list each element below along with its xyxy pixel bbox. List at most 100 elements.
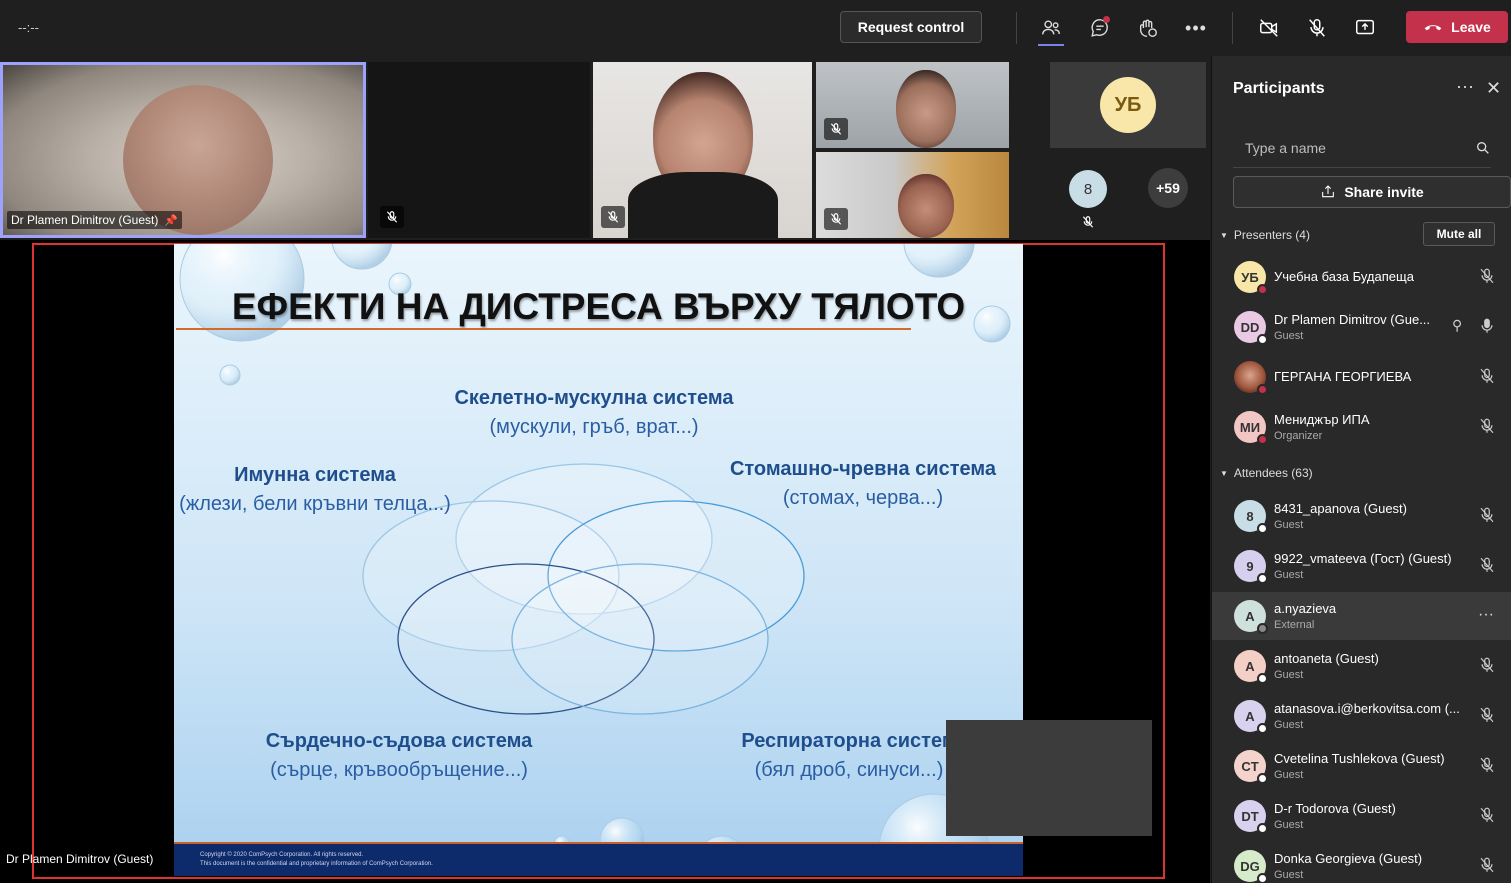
presenter-row[interactable]: УБ Учебна база Будапеща: [1212, 253, 1511, 301]
slide-title: ЕФЕКТИ НА ДИСТРЕСА ВЪРХУ ТЯЛОТО: [231, 286, 966, 327]
leave-button[interactable]: Leave: [1406, 11, 1508, 43]
chat-icon[interactable]: [1083, 12, 1117, 44]
participant-role: Guest: [1274, 669, 1304, 681]
attendee-row[interactable]: Aantoaneta (Guest) Guest: [1212, 642, 1511, 690]
slide-item-gastrointestinal: Стомашно-чревна система (стомах, черва..…: [723, 458, 1003, 510]
participant-name: 8431_apanova (Guest): [1274, 501, 1407, 516]
attendee-row[interactable]: Aatanasova.i@berkovitsa.com (... Guest: [1212, 692, 1511, 740]
mic-off-icon[interactable]: [1478, 556, 1496, 574]
mic-off-icon[interactable]: [1478, 506, 1496, 524]
participant-role: Guest: [1274, 819, 1304, 831]
slide-item-sub: (бял дроб, синуси...): [754, 759, 944, 781]
slide-item-respiratory: Респираторна систем (бял дроб, синуси...…: [724, 730, 974, 782]
participant-more-icon[interactable]: ···: [1478, 606, 1496, 624]
presence-status-icon: [1257, 434, 1268, 445]
slide-footer-notice: This document is the confidential and pr…: [200, 861, 433, 867]
avatar-tile[interactable]: УБ: [1050, 62, 1206, 148]
reactions-icon[interactable]: [1131, 12, 1165, 44]
participant-name: antoaneta (Guest): [1274, 651, 1379, 666]
participants-icon[interactable]: [1034, 12, 1068, 44]
panel-more-icon[interactable]: ···: [1456, 76, 1474, 97]
video-name-tag: Dr Plamen Dimitrov (Guest) 📌: [7, 211, 183, 229]
mic-on-icon[interactable]: [1478, 317, 1496, 335]
close-icon[interactable]: ✕: [1486, 78, 1501, 99]
presenters-section-label: Presenters (4): [1233, 228, 1310, 242]
video-tile-empty[interactable]: [368, 62, 590, 238]
share-invite-label: Share invite: [1344, 184, 1424, 200]
presenters-section-toggle[interactable]: ▼ Presenters (4): [1220, 228, 1310, 242]
request-control-button[interactable]: Request control: [840, 11, 982, 43]
video-tile-participant-3[interactable]: [816, 62, 1009, 148]
mic-off-icon[interactable]: [1478, 806, 1496, 824]
slide-footer: Copyright © 2020 ComPsych Corporation. A…: [174, 842, 1023, 876]
meeting-timer: --:--: [18, 20, 39, 35]
participant-name: Мениджър ИПА: [1274, 412, 1370, 427]
participant-name: 9922_vmateeva (Гост) (Guest): [1274, 551, 1452, 566]
attendee-row[interactable]: Aa.nyazieva External ···: [1212, 592, 1511, 640]
presence-status-icon: [1257, 673, 1268, 684]
mic-off-icon[interactable]: [1478, 706, 1496, 724]
video-tile-participant-4[interactable]: [816, 152, 1009, 238]
mic-off-icon[interactable]: [1478, 856, 1496, 874]
slide-title-underline: [176, 328, 911, 330]
video-tile-dr-plamen-dimitrov[interactable]: Dr Plamen Dimitrov (Guest) 📌: [0, 62, 366, 238]
more-icon[interactable]: •••: [1179, 12, 1213, 44]
participant-role: Guest: [1274, 869, 1304, 881]
video-tile-woman-speaker[interactable]: [593, 62, 812, 238]
presenter-row[interactable]: DD Dr Plamen Dimitrov (Gue... Guest ⚲: [1212, 303, 1511, 351]
search-placeholder: Type a name: [1245, 139, 1326, 156]
attendee-row[interactable]: CT Cvetelina Tushlekova (Guest) Guest: [1212, 742, 1511, 790]
participant-name: Dr Plamen Dimitrov (Gue...: [1274, 312, 1431, 327]
attendee-row[interactable]: DG Donka Georgieva (Guest) Guest: [1212, 842, 1511, 883]
presence-status-icon: [1257, 523, 1268, 534]
mic-off-icon[interactable]: [1478, 656, 1496, 674]
attendees-section-label: Attendees (63): [1233, 466, 1313, 480]
slide-item-heading: Респираторна систем: [741, 730, 957, 752]
attendee-row[interactable]: 9 9922_vmateeva (Гост) (Guest) Guest: [1212, 542, 1511, 590]
participant-name: a.nyazieva: [1274, 601, 1337, 616]
attendees-section-toggle[interactable]: ▼ Attendees (63): [1220, 466, 1313, 480]
participant-role: Guest: [1274, 330, 1304, 342]
collapse-caret-icon: ▼: [1220, 468, 1228, 478]
mic-off-icon[interactable]: [1478, 756, 1496, 774]
muted-mic-icon: [824, 208, 848, 230]
attendee-row[interactable]: DT D-r Todorova (Guest) Guest: [1212, 792, 1511, 840]
leave-label: Leave: [1451, 19, 1491, 35]
muted-mic-icon: [1081, 215, 1095, 234]
share-icon[interactable]: [1348, 12, 1382, 44]
presence-status-icon: [1257, 284, 1268, 295]
mic-off-icon[interactable]: [1478, 267, 1496, 285]
search-icon[interactable]: [1475, 140, 1491, 156]
slide-item-cardiovascular: Сърдечно-съдова система (сърце, кръвообр…: [244, 730, 554, 782]
slide-item-heading: Сърдечно-съдова система: [265, 730, 533, 752]
share-invite-button[interactable]: Share invite: [1233, 176, 1511, 208]
camera-off-icon[interactable]: [1252, 12, 1286, 44]
participant-body: [628, 172, 778, 238]
presenter-row[interactable]: МИ Мениджър ИПА Organizer: [1212, 403, 1511, 451]
more-participants-button[interactable]: +59: [1148, 168, 1188, 208]
participant-name: Donka Georgieva (Guest): [1274, 851, 1423, 866]
muted-mic-icon: [824, 118, 848, 140]
chat-unread-dot: [1103, 16, 1110, 23]
mute-all-button[interactable]: Mute all: [1423, 222, 1495, 246]
attendee-row[interactable]: 8 8431_apanova (Guest) Guest: [1212, 492, 1511, 540]
slide-item-musculoskeletal: Скелетно-мускулна система (мускули, гръб…: [394, 387, 794, 439]
mic-off-icon[interactable]: [1300, 12, 1334, 44]
presence-status-icon: [1257, 823, 1268, 834]
avatar: УБ: [1100, 77, 1156, 133]
participant-search-field[interactable]: Type a name: [1233, 128, 1491, 168]
presenter-row[interactable]: ГЕРГАНА ГЕОРГИЕВА: [1212, 353, 1511, 401]
slide-item-heading: Имунна система: [234, 464, 396, 486]
slide-footer-copyright: Copyright © 2020 ComPsych Corporation. A…: [200, 852, 364, 858]
mic-off-icon[interactable]: [1478, 417, 1496, 435]
presence-status-icon: [1257, 623, 1268, 634]
presence-status-icon: [1257, 873, 1268, 883]
pin-icon[interactable]: ⚲: [1452, 317, 1470, 335]
mic-off-icon[interactable]: [1478, 367, 1496, 385]
participant-count-avatar[interactable]: 8: [1069, 170, 1107, 208]
participant-role: Organizer: [1274, 430, 1323, 442]
pin-icon: 📌: [164, 214, 179, 227]
presence-status-icon: [1257, 723, 1268, 734]
presenter-name-label: Dr Plamen Dimitrov (Guest): [6, 852, 154, 866]
participants-panel: Participants ··· ✕ Type a name Share inv…: [1211, 56, 1511, 883]
